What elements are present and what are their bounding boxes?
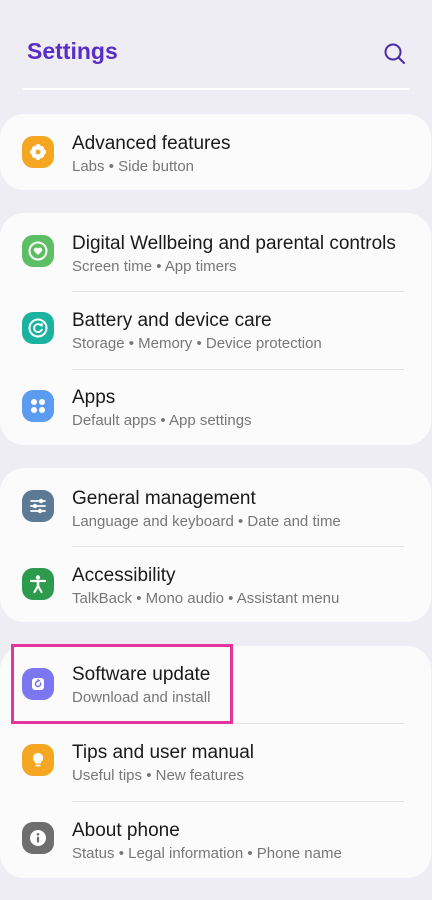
row-label: About phone [72,820,180,841]
row-tips-user-manual[interactable]: Tips and user manual Useful tips • New f… [0,724,431,801]
row-subtitle: Screen time • App timers [72,258,237,275]
update-icon [22,668,54,700]
refresh-circle-icon [22,312,54,344]
row-subtitle: Language and keyboard • Date and time [72,513,341,530]
gear-flower-icon [22,136,54,168]
row-digital-wellbeing[interactable]: Digital Wellbeing and parental controls … [0,213,431,291]
settings-card-advanced: Advanced features Labs • Side button [0,114,431,190]
settings-card-device: Digital Wellbeing and parental controls … [0,213,431,445]
lightbulb-icon [22,744,54,776]
row-advanced-features[interactable]: Advanced features Labs • Side button [0,114,431,190]
row-subtitle: Download and install [72,689,211,706]
person-icon [22,568,54,600]
heart-circle-icon [22,235,54,267]
row-general-management[interactable]: General management Language and keyboard… [0,468,431,546]
sliders-icon [22,490,54,522]
page-title: Settings [27,38,118,64]
row-accessibility[interactable]: Accessibility TalkBack • Mono audio • As… [0,547,431,622]
row-software-update[interactable]: Software update Download and install [0,646,431,722]
row-label: Digital Wellbeing and parental controls [72,233,396,254]
row-apps[interactable]: Apps Default apps • App settings [0,370,431,445]
row-label: Tips and user manual [72,742,255,763]
row-battery-device-care[interactable]: Battery and device care Storage • Memory… [0,292,431,369]
row-label: General management [72,488,256,509]
row-subtitle: Storage • Memory • Device protection [72,335,322,352]
row-label: Software update [72,664,211,685]
header: Settings [0,0,432,92]
row-subtitle: TalkBack • Mono audio • Assistant menu [72,590,340,607]
row-subtitle: Labs • Side button [72,158,195,175]
row-subtitle: Status • Legal information • Phone name [72,845,342,862]
search-icon [384,43,405,64]
grid-dots-icon [22,390,54,422]
settings-card-management: General management Language and keyboard… [0,468,431,622]
header-divider [22,88,410,90]
row-subtitle: Useful tips • New features [72,767,244,784]
settings-card-system: Software update Download and install Tip… [0,646,431,878]
row-label: Battery and device care [72,310,272,331]
row-subtitle: Default apps • App settings [72,412,252,429]
row-label: Apps [72,387,116,408]
row-label: Accessibility [72,565,176,586]
info-icon [22,822,54,854]
row-about-phone[interactable]: About phone Status • Legal information •… [0,802,431,878]
search-button[interactable] [380,39,410,69]
row-label: Advanced features [72,133,231,154]
